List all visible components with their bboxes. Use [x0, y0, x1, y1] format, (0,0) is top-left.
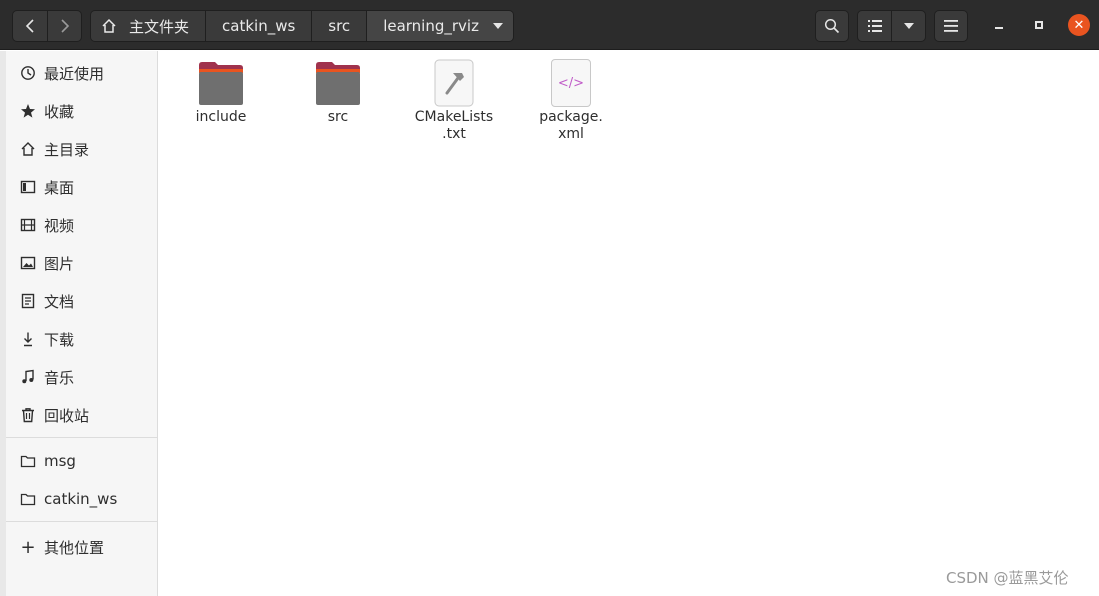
sidebar-item-label: 图片 [44, 254, 75, 273]
sidebar-item-downloads[interactable]: 下载 [6, 320, 157, 358]
sidebar-item-label: 视频 [44, 216, 75, 235]
desktop-icon [20, 179, 36, 195]
sidebar-item-other-locations[interactable]: + 其他位置 [6, 528, 157, 566]
maximize-button[interactable] [1028, 14, 1050, 36]
home-icon [102, 18, 116, 33]
sidebar-item-label: 音乐 [44, 368, 75, 387]
sidebar: 最近使用 收藏 主目录 桌面 视频 图片 文档 下载 音乐 回收站 msg ca… [6, 51, 158, 596]
sidebar-item-documents[interactable]: 文档 [6, 282, 157, 320]
film-icon [20, 217, 36, 233]
folder-icon [171, 55, 271, 107]
sidebar-item-videos[interactable]: 视频 [6, 206, 157, 244]
xml-glyph: </> [551, 59, 591, 107]
breadcrumb-label: learning_rviz [383, 17, 479, 35]
file-item-include[interactable]: include [171, 55, 271, 126]
file-name: package. xml [539, 109, 603, 142]
clock-icon [20, 65, 36, 81]
minimize-icon [995, 27, 1003, 29]
file-item-src[interactable]: src [288, 55, 388, 126]
breadcrumb: 主文件夹 catkin_ws src learning_rviz [90, 10, 514, 42]
sidebar-divider [6, 521, 157, 522]
sidebar-item-label: 桌面 [44, 178, 75, 197]
sidebar-item-desktop[interactable]: 桌面 [6, 168, 157, 206]
download-icon [20, 331, 36, 347]
back-button[interactable] [12, 10, 48, 42]
image-icon [20, 255, 36, 271]
forward-button[interactable] [47, 10, 82, 42]
document-icon [20, 293, 36, 309]
sidebar-item-pictures[interactable]: 图片 [6, 244, 157, 282]
sidebar-bookmark-catkin-ws[interactable]: catkin_ws [6, 480, 157, 518]
sidebar-item-label: 下载 [44, 330, 75, 349]
file-view: include src CMakeLists .txt </> package.… [159, 51, 1099, 596]
sidebar-item-label: catkin_ws [44, 490, 118, 508]
list-view-button[interactable] [857, 10, 892, 42]
search-button[interactable] [815, 10, 849, 42]
file-name: include [195, 109, 247, 125]
cmake-file-icon [404, 55, 504, 107]
sidebar-item-trash[interactable]: 回收站 [6, 396, 157, 434]
close-button[interactable]: ✕ [1068, 14, 1090, 36]
sidebar-item-home[interactable]: 主目录 [6, 130, 157, 168]
file-item-package-xml[interactable]: </> package. xml [521, 55, 621, 143]
sidebar-divider [6, 437, 157, 438]
folder-icon [288, 55, 388, 107]
close-icon: ✕ [1073, 17, 1085, 33]
search-icon [824, 18, 840, 34]
folder-icon [20, 491, 36, 507]
breadcrumb-label: 主文件夹 [129, 17, 190, 36]
trash-icon [20, 407, 36, 423]
minimize-button[interactable] [988, 14, 1010, 36]
file-name: CMakeLists .txt [414, 109, 494, 142]
view-options-button[interactable] [891, 10, 926, 42]
sidebar-item-label: 主目录 [44, 140, 90, 159]
watermark: CSDN @蓝黑艾伦 [946, 569, 1069, 587]
music-icon [20, 369, 36, 385]
menu-button[interactable] [934, 10, 968, 42]
hamburger-menu-icon [944, 20, 958, 32]
caret-down-icon [492, 23, 503, 29]
sidebar-item-label: 回收站 [44, 406, 90, 425]
file-name: src [327, 109, 349, 125]
file-manager-window: 主文件夹 catkin_ws src learning_rviz ✕ 最近使用 … [0, 0, 1099, 596]
breadcrumb-catkin-ws[interactable]: catkin_ws [206, 11, 313, 41]
breadcrumb-label: src [328, 17, 351, 35]
chevron-right-icon [60, 19, 69, 33]
sidebar-item-recent[interactable]: 最近使用 [6, 54, 157, 92]
breadcrumb-src[interactable]: src [312, 11, 368, 41]
sidebar-item-label: 其他位置 [44, 538, 105, 557]
folder-icon [20, 453, 36, 469]
chevron-left-icon [25, 19, 34, 33]
sidebar-item-starred[interactable]: 收藏 [6, 92, 157, 130]
star-icon [20, 103, 36, 119]
list-view-icon [867, 20, 882, 32]
breadcrumb-home[interactable]: 主文件夹 [91, 11, 207, 41]
maximize-icon [1035, 21, 1043, 29]
home-icon [20, 141, 36, 157]
sidebar-item-label: 最近使用 [44, 64, 105, 83]
plus-icon: + [20, 536, 36, 558]
file-item-cmakelists[interactable]: CMakeLists .txt [404, 55, 504, 143]
sidebar-item-label: 收藏 [44, 102, 75, 121]
sidebar-item-label: msg [44, 452, 76, 470]
breadcrumb-label: catkin_ws [222, 17, 296, 35]
sidebar-bookmark-msg[interactable]: msg [6, 442, 157, 480]
sidebar-item-music[interactable]: 音乐 [6, 358, 157, 396]
caret-down-icon [903, 23, 914, 29]
sidebar-item-label: 文档 [44, 292, 75, 311]
header-bar: 主文件夹 catkin_ws src learning_rviz ✕ [0, 0, 1099, 50]
breadcrumb-learning-rviz[interactable]: learning_rviz [367, 11, 513, 41]
xml-file-icon: </> [521, 55, 621, 107]
